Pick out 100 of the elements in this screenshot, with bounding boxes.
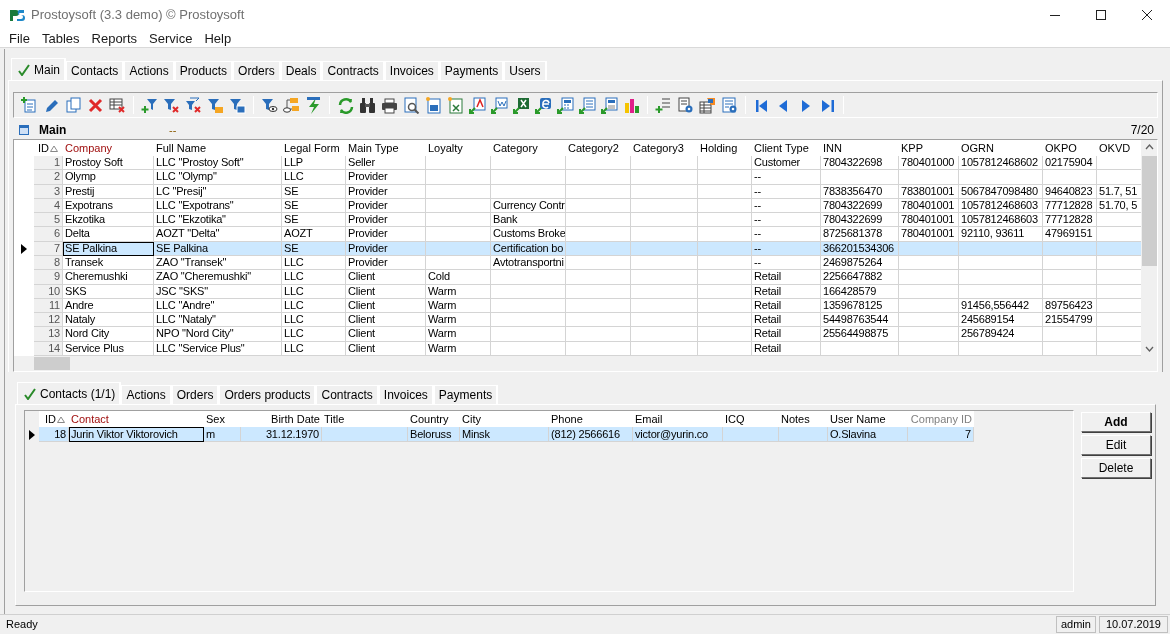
action-button[interactable]: Add bbox=[1081, 412, 1151, 432]
column-header[interactable]: Legal Form bbox=[284, 140, 340, 156]
column-header[interactable]: OKPO bbox=[1045, 140, 1077, 156]
table-cell: SE Palkina bbox=[154, 241, 282, 256]
list-gear-icon[interactable] bbox=[721, 96, 738, 114]
table-cell: 166428579 bbox=[821, 284, 899, 299]
column-header[interactable]: Loyalty bbox=[428, 140, 463, 156]
scrollbar-thumb[interactable] bbox=[34, 357, 70, 370]
tab[interactable]: Invoices bbox=[384, 61, 440, 80]
tab[interactable]: Contacts (1/1) bbox=[17, 382, 122, 404]
table-cell: LC "Presij" bbox=[154, 184, 282, 199]
excel-document-icon[interactable] bbox=[447, 96, 464, 114]
column-header[interactable]: Company bbox=[65, 140, 113, 156]
export-word-icon[interactable] bbox=[491, 96, 508, 114]
table-cell: -- bbox=[752, 170, 821, 185]
export-csv-icon[interactable] bbox=[557, 96, 574, 114]
column-header[interactable]: Holding bbox=[700, 140, 738, 156]
copy-icon[interactable] bbox=[65, 96, 82, 114]
filter-folder-icon[interactable] bbox=[207, 96, 224, 114]
column-header[interactable]: Company ID bbox=[910, 411, 972, 427]
export-excel-icon[interactable] bbox=[513, 96, 530, 114]
sort-icon bbox=[50, 144, 58, 152]
column-header[interactable]: OKVD bbox=[1099, 140, 1131, 156]
tab[interactable]: Main bbox=[11, 58, 66, 80]
export-html-icon[interactable] bbox=[535, 96, 552, 114]
add-record-icon[interactable] bbox=[21, 96, 38, 114]
column-header[interactable]: Category2 bbox=[568, 140, 619, 156]
column-header[interactable]: Category3 bbox=[633, 140, 684, 156]
tab[interactable]: Users bbox=[504, 61, 547, 80]
column-header[interactable]: Category bbox=[493, 140, 538, 156]
table-cell: Customs Broke bbox=[491, 227, 566, 242]
menu-item[interactable]: Reports bbox=[85, 28, 144, 49]
table-cell: Retail bbox=[752, 341, 821, 356]
table-folder-icon[interactable] bbox=[699, 96, 716, 114]
bar-chart-icon[interactable] bbox=[623, 96, 640, 114]
tab[interactable]: Orders bbox=[171, 385, 220, 404]
current-row-icon bbox=[29, 429, 35, 440]
tab[interactable]: Payments bbox=[433, 385, 499, 404]
table-cell: LLC bbox=[282, 270, 346, 285]
table-cell: Service Plus bbox=[63, 341, 154, 356]
document-gear-icon[interactable] bbox=[677, 96, 694, 114]
export-pdf-icon[interactable] bbox=[469, 96, 486, 114]
table-cell: ZAO "Cheremushki" bbox=[154, 270, 282, 285]
delete-icon[interactable] bbox=[87, 96, 104, 114]
table-cell: 6 bbox=[34, 227, 63, 242]
tab[interactable]: Contracts bbox=[316, 385, 379, 404]
column-header[interactable]: Client Type bbox=[754, 140, 809, 156]
table-cell: 256789424 bbox=[959, 327, 1043, 342]
table-cell: Nord City bbox=[63, 327, 154, 342]
table-cell: Retail bbox=[752, 270, 821, 285]
tab[interactable]: Deals bbox=[280, 61, 323, 80]
tab[interactable]: Contracts bbox=[322, 61, 385, 80]
action-button[interactable]: Edit bbox=[1081, 435, 1151, 455]
list-add-icon[interactable] bbox=[655, 96, 672, 114]
tab[interactable]: Actions bbox=[124, 61, 175, 80]
column-header[interactable]: Main Type bbox=[348, 140, 399, 156]
tab[interactable]: Products bbox=[174, 61, 234, 80]
binoculars-icon[interactable] bbox=[359, 96, 376, 114]
tab[interactable]: Invoices bbox=[378, 385, 434, 404]
tree-eye-icon[interactable] bbox=[283, 96, 300, 114]
add-filter-icon[interactable] bbox=[141, 96, 158, 114]
table-cell: JSC "SKS" bbox=[154, 284, 282, 299]
remove-filter-icon[interactable] bbox=[163, 96, 180, 114]
column-header[interactable]: ID bbox=[38, 140, 49, 156]
menu-item[interactable]: Help bbox=[198, 28, 238, 49]
menu-item[interactable]: File bbox=[3, 28, 36, 49]
lightning-icon[interactable] bbox=[305, 96, 322, 114]
table-cell: AOZT "Delta" bbox=[154, 227, 282, 242]
column-header[interactable]: INN bbox=[823, 140, 842, 156]
table-cell: 5 bbox=[34, 213, 63, 228]
export-text-icon[interactable] bbox=[579, 96, 596, 114]
table-cell: -- bbox=[752, 227, 821, 242]
refresh-icon[interactable] bbox=[337, 96, 354, 114]
table-cell: Client bbox=[346, 341, 426, 356]
tab[interactable]: Orders bbox=[233, 61, 281, 80]
filter-save-icon[interactable] bbox=[229, 96, 246, 114]
table-cell: Delta bbox=[63, 227, 154, 242]
column-header[interactable]: OGRN bbox=[961, 140, 994, 156]
table-cell: 12 bbox=[34, 313, 63, 328]
tab[interactable]: Orders products bbox=[219, 385, 317, 404]
filter-eye-icon[interactable] bbox=[261, 96, 278, 114]
printer-icon[interactable] bbox=[381, 96, 398, 114]
tab[interactable]: Contacts bbox=[66, 61, 125, 80]
menu-item[interactable]: Tables bbox=[35, 28, 86, 49]
word-document-icon[interactable] bbox=[425, 96, 442, 114]
table-row[interactable]: 18 Jurin Viktor Viktorovich m 31.12.1970 Beloruss Minsk (812) 2566616 victor@yurin.co O.Slavina 7 bbox=[39, 427, 974, 442]
action-button[interactable]: Delete bbox=[1081, 458, 1151, 478]
table-cell: 94640823 bbox=[1043, 184, 1097, 199]
scrollbar-thumb[interactable] bbox=[1141, 156, 1157, 266]
remove-filters-icon[interactable] bbox=[185, 96, 202, 114]
delete-table-icon[interactable] bbox=[109, 96, 126, 114]
print-preview-icon[interactable] bbox=[403, 96, 420, 114]
column-header[interactable]: Full Name bbox=[156, 140, 207, 156]
menu-item[interactable]: Service bbox=[143, 28, 199, 49]
export-xml-icon[interactable] bbox=[601, 96, 618, 114]
column-header[interactable]: KPP bbox=[901, 140, 923, 156]
table-cell: Olymp bbox=[63, 170, 154, 185]
tab[interactable]: Actions bbox=[121, 385, 172, 404]
tab[interactable]: Payments bbox=[439, 61, 505, 80]
table-cell: 9 bbox=[34, 270, 63, 285]
